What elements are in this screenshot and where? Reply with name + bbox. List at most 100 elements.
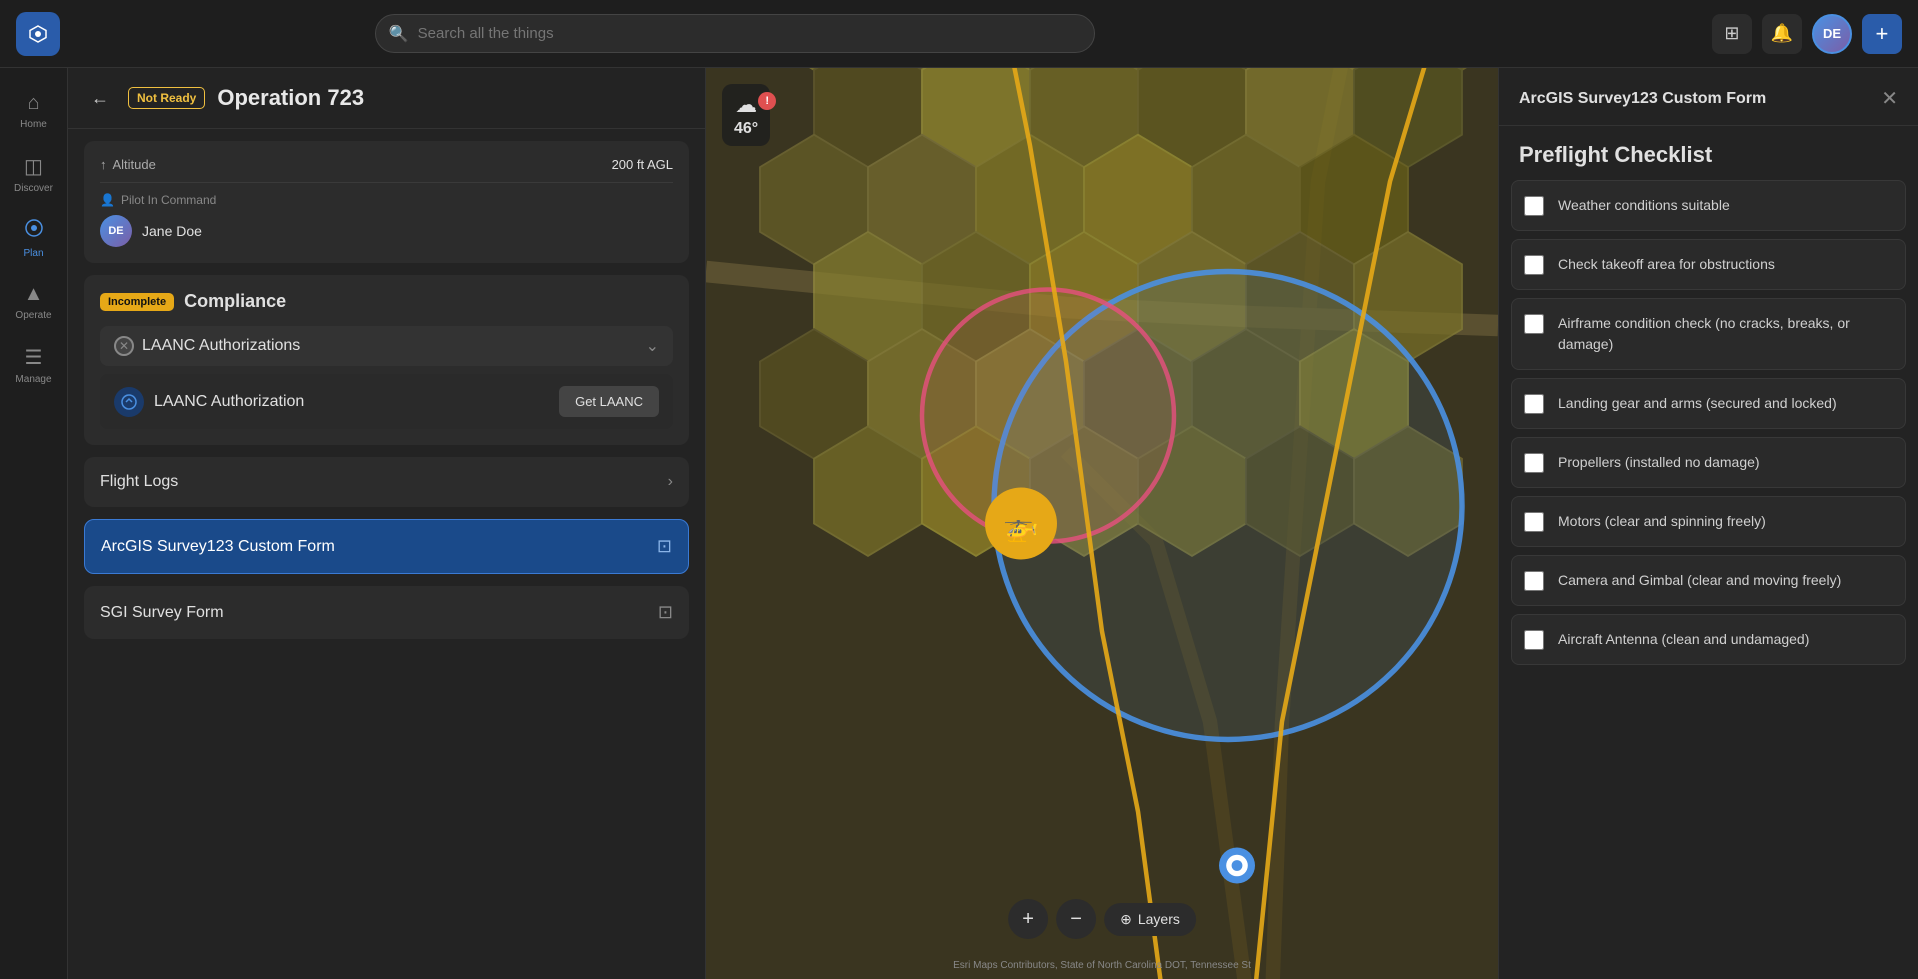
weather-temp: 46°	[734, 120, 758, 138]
layers-label: Layers	[1138, 911, 1180, 927]
map-attribution: Esri Maps Contributors, State of North C…	[953, 960, 1251, 971]
checklist-title: Preflight Checklist	[1499, 126, 1918, 180]
weather-icon: ☁	[735, 92, 757, 118]
checklist-item: Airframe condition check (no cracks, bre…	[1511, 298, 1906, 370]
checklist-checkbox-5[interactable]	[1524, 453, 1544, 473]
checklist-checkbox-3[interactable]	[1524, 314, 1544, 334]
compliance-card: Incomplete Compliance ✕ LAANC Authorizat…	[84, 275, 689, 445]
arcgis-form-title: ArcGIS Survey123 Custom Form	[101, 538, 335, 556]
checklist-item: Propellers (installed no damage)	[1511, 437, 1906, 488]
search-input[interactable]	[375, 14, 1095, 53]
bell-icon: 🔔	[1771, 23, 1793, 44]
checklist-items: Weather conditions suitable Check takeof…	[1499, 180, 1918, 979]
sidebar-item-label: Manage	[15, 374, 51, 385]
manage-icon: ☰	[25, 345, 43, 370]
checklist-text-4: Landing gear and arms (secured and locke…	[1558, 393, 1837, 414]
topbar-actions: ⊞ 🔔 DE +	[1712, 14, 1902, 54]
checklist-item: Check takeoff area for obstructions	[1511, 239, 1906, 290]
compliance-title: Compliance	[184, 291, 286, 312]
laanc-section-label: LAANC Authorizations	[142, 337, 300, 355]
pilot-avatar: DE	[100, 215, 132, 247]
sidebar-item-label: Plan	[23, 248, 43, 259]
checklist-item: Weather conditions suitable	[1511, 180, 1906, 231]
grid-icon: ⊞	[1724, 23, 1739, 44]
compliance-header: Incomplete Compliance	[100, 291, 673, 312]
flight-logs-card[interactable]: Flight Logs ›	[84, 457, 689, 507]
back-button[interactable]: ←	[84, 82, 116, 114]
form-icon: ⊡	[658, 602, 673, 623]
checklist-item: Camera and Gimbal (clear and moving free…	[1511, 555, 1906, 606]
map-area[interactable]: 🚁 ! ☁ 46° ! + − ⊕ Layers Esri Maps Contr…	[706, 68, 1498, 979]
checklist-checkbox-8[interactable]	[1524, 630, 1544, 650]
sidebar-nav: ⌂ Home ◫ Discover Plan ▲ Operate ☰ Manag…	[0, 68, 68, 979]
checklist-checkbox-4[interactable]	[1524, 394, 1544, 414]
laanc-item: LAANC Authorization Get LAANC	[100, 374, 673, 429]
weather-widget: ☁ 46° !	[722, 84, 770, 146]
altitude-label: Altitude	[113, 157, 156, 172]
search-bar: 🔍	[375, 14, 1095, 53]
pilot-label: 👤 Pilot In Command	[100, 193, 673, 207]
pilot-name: Jane Doe	[142, 223, 202, 239]
checklist-item: Aircraft Antenna (clean and undamaged)	[1511, 614, 1906, 665]
topbar: 🔍 ⊞ 🔔 DE +	[0, 0, 1918, 68]
left-panel-content: ↑ Altitude 200 ft AGL 👤 Pilot In Command…	[68, 129, 705, 979]
main-layout: ⌂ Home ◫ Discover Plan ▲ Operate ☰ Manag…	[0, 68, 1918, 979]
pilot-info: DE Jane Doe	[100, 215, 673, 247]
checklist-checkbox-1[interactable]	[1524, 196, 1544, 216]
get-laanc-button[interactable]: Get LAANC	[559, 386, 659, 417]
checklist-text-5: Propellers (installed no damage)	[1558, 452, 1760, 473]
checklist-checkbox-6[interactable]	[1524, 512, 1544, 532]
pilot-icon: 👤	[100, 193, 115, 207]
sidebar-item-label: Home	[20, 119, 47, 130]
pilot-section: 👤 Pilot In Command DE Jane Doe	[100, 193, 673, 247]
sgi-form-card[interactable]: SGI Survey Form ⊡	[84, 586, 689, 639]
plus-icon: +	[1876, 21, 1889, 47]
checklist-text-1: Weather conditions suitable	[1558, 195, 1730, 216]
right-panel-title: ArcGIS Survey123 Custom Form	[1519, 90, 1766, 108]
checklist-text-3: Airframe condition check (no cracks, bre…	[1558, 313, 1893, 355]
sidebar-item-manage[interactable]: ☰ Manage	[6, 337, 62, 393]
sgi-form-title: SGI Survey Form	[100, 604, 224, 622]
sidebar-item-home[interactable]: ⌂ Home	[6, 84, 62, 138]
laanc-status-icon: ✕	[114, 336, 134, 356]
not-ready-badge: Not Ready	[128, 87, 205, 109]
checklist-item: Landing gear and arms (secured and locke…	[1511, 378, 1906, 429]
sidebar-item-operate[interactable]: ▲ Operate	[6, 275, 62, 329]
app-logo[interactable]	[16, 12, 60, 56]
checklist-item: Motors (clear and spinning freely)	[1511, 496, 1906, 547]
layers-button[interactable]: ⊕ Layers	[1104, 903, 1196, 936]
panel-header: ← Not Ready Operation 723	[68, 68, 705, 129]
notifications-button[interactable]: 🔔	[1762, 14, 1802, 54]
altitude-value: 200 ft AGL	[612, 157, 673, 172]
close-button[interactable]: ✕	[1881, 86, 1898, 111]
checklist-checkbox-2[interactable]	[1524, 255, 1544, 275]
add-button[interactable]: +	[1862, 14, 1902, 54]
layers-icon: ⊕	[1120, 911, 1132, 928]
laanc-item-label: LAANC Authorization	[154, 393, 304, 411]
sidebar-item-label: Discover	[14, 183, 53, 194]
info-card: ↑ Altitude 200 ft AGL 👤 Pilot In Command…	[84, 141, 689, 263]
laanc-section[interactable]: ✕ LAANC Authorizations ⌄	[100, 326, 673, 366]
sidebar-item-discover[interactable]: ◫ Discover	[6, 146, 62, 202]
checklist-text-8: Aircraft Antenna (clean and undamaged)	[1558, 629, 1809, 650]
form-icon: ⊡	[657, 536, 672, 557]
checklist-text-2: Check takeoff area for obstructions	[1558, 254, 1775, 275]
map-controls: + − ⊕ Layers	[1008, 899, 1196, 939]
arcgis-form-card[interactable]: ArcGIS Survey123 Custom Form ⊡	[84, 519, 689, 574]
avatar[interactable]: DE	[1812, 14, 1852, 54]
sidebar-item-label: Operate	[15, 310, 51, 321]
discover-icon: ◫	[24, 154, 43, 179]
map-svg: 🚁 !	[706, 68, 1498, 979]
zoom-out-button[interactable]: −	[1056, 899, 1096, 939]
chevron-down-icon: ⌄	[646, 336, 659, 356]
grid-button[interactable]: ⊞	[1712, 14, 1752, 54]
divider	[100, 182, 673, 183]
sidebar-item-plan[interactable]: Plan	[6, 210, 62, 267]
zoom-in-button[interactable]: +	[1008, 899, 1048, 939]
incomplete-badge: Incomplete	[100, 293, 174, 311]
right-panel-header: ArcGIS Survey123 Custom Form ✕	[1499, 68, 1918, 126]
checklist-text-6: Motors (clear and spinning freely)	[1558, 511, 1766, 532]
altitude-row: ↑ Altitude 200 ft AGL	[100, 157, 673, 172]
checklist-checkbox-7[interactable]	[1524, 571, 1544, 591]
operation-title: Operation 723	[217, 85, 364, 111]
